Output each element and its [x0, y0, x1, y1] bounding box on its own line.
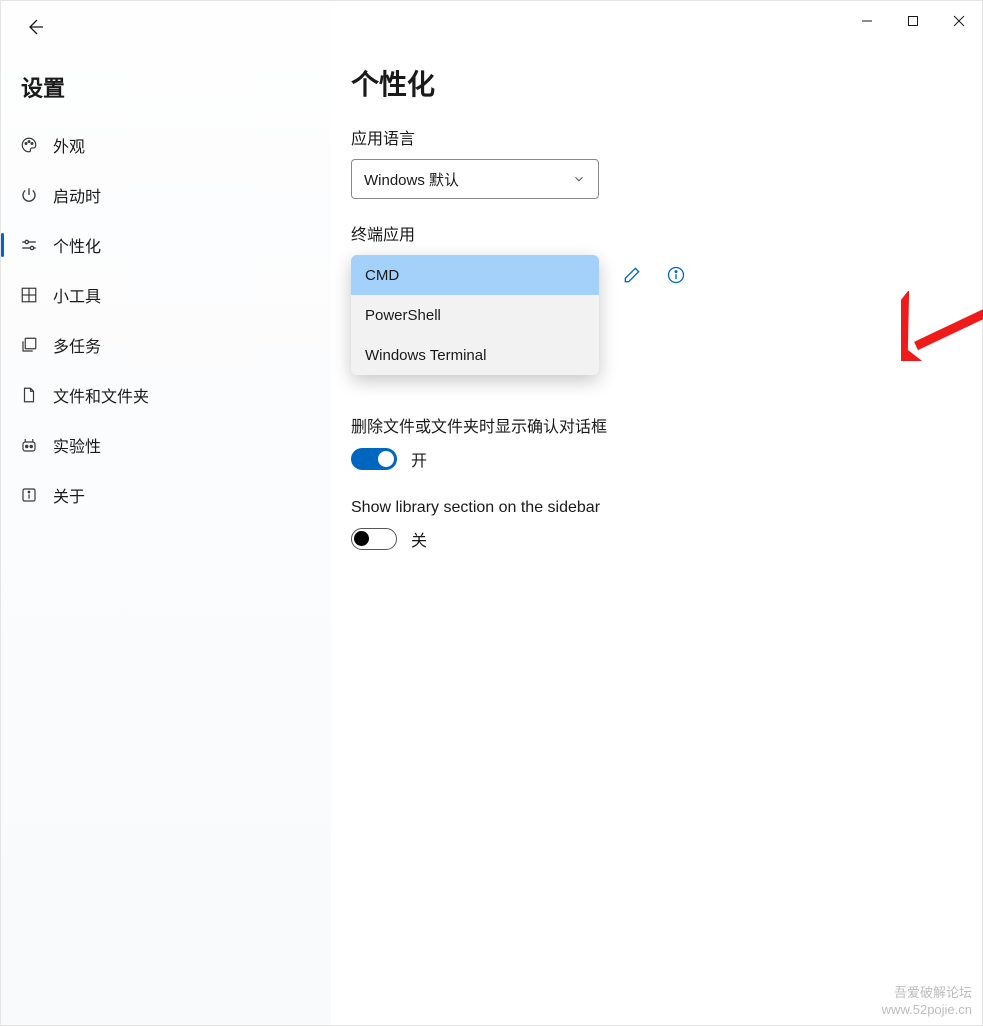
sidebar-item-label: 小工具: [53, 283, 101, 307]
info-icon: [19, 485, 39, 505]
show-library-toggle[interactable]: [351, 528, 397, 550]
sidebar-item-startup[interactable]: 启动时: [1, 173, 331, 217]
show-library-label: Show library section on the sidebar: [351, 499, 982, 517]
app-language-value: Windows 默认: [364, 169, 459, 190]
sidebar-item-about[interactable]: 关于: [1, 473, 331, 517]
terminal-option-cmd[interactable]: CMD: [351, 255, 599, 295]
delete-confirm-label: 删除文件或文件夹时显示确认对话框: [351, 413, 982, 437]
stack-icon: [19, 335, 39, 355]
bot-icon: [19, 435, 39, 455]
chevron-down-icon: [572, 172, 586, 186]
grid-icon: [19, 285, 39, 305]
app-language-label: 应用语言: [351, 125, 982, 149]
watermark: 吾爱破解论坛 www.52pojie.cn: [882, 985, 972, 1019]
sidebar-item-label: 实验性: [53, 433, 101, 457]
info-circle-icon[interactable]: [665, 264, 687, 286]
terminal-app-label: 终端应用: [351, 221, 982, 245]
file-icon: [19, 385, 39, 405]
edit-icon[interactable]: [621, 264, 643, 286]
sliders-icon: [19, 235, 39, 255]
sidebar-item-multitask[interactable]: 多任务: [1, 323, 331, 367]
sidebar-item-label: 启动时: [53, 183, 101, 207]
sidebar-item-label: 关于: [53, 483, 85, 507]
sidebar-item-experimental[interactable]: 实验性: [1, 423, 331, 467]
delete-confirm-value: 开: [411, 447, 427, 471]
main-content: 个性化 应用语言 Windows 默认 终端应用 CMD PowerShell …: [331, 1, 982, 1025]
sidebar-item-label: 文件和文件夹: [53, 383, 149, 407]
back-button[interactable]: [23, 15, 47, 39]
show-library-value: 关: [411, 527, 427, 551]
palette-icon: [19, 135, 39, 155]
sidebar-item-files[interactable]: 文件和文件夹: [1, 373, 331, 417]
terminal-option-powershell[interactable]: PowerShell: [351, 295, 599, 335]
sidebar-item-personalize[interactable]: 个性化: [1, 223, 331, 267]
delete-confirm-toggle[interactable]: [351, 448, 397, 470]
sidebar: 设置 外观 启动时 个性化 小工具: [1, 1, 331, 1025]
sidebar-item-label: 个性化: [53, 233, 101, 257]
app-language-select[interactable]: Windows 默认: [351, 159, 599, 199]
terminal-option-windows-terminal[interactable]: Windows Terminal: [351, 335, 599, 375]
terminal-app-dropdown: CMD PowerShell Windows Terminal: [351, 255, 599, 375]
power-icon: [19, 185, 39, 205]
sidebar-item-label: 多任务: [53, 333, 101, 357]
sidebar-item-label: 外观: [53, 133, 85, 157]
page-title: 个性化: [351, 63, 982, 103]
sidebar-item-appearance[interactable]: 外观: [1, 123, 331, 167]
sidebar-item-widgets[interactable]: 小工具: [1, 273, 331, 317]
sidebar-title: 设置: [1, 61, 331, 123]
